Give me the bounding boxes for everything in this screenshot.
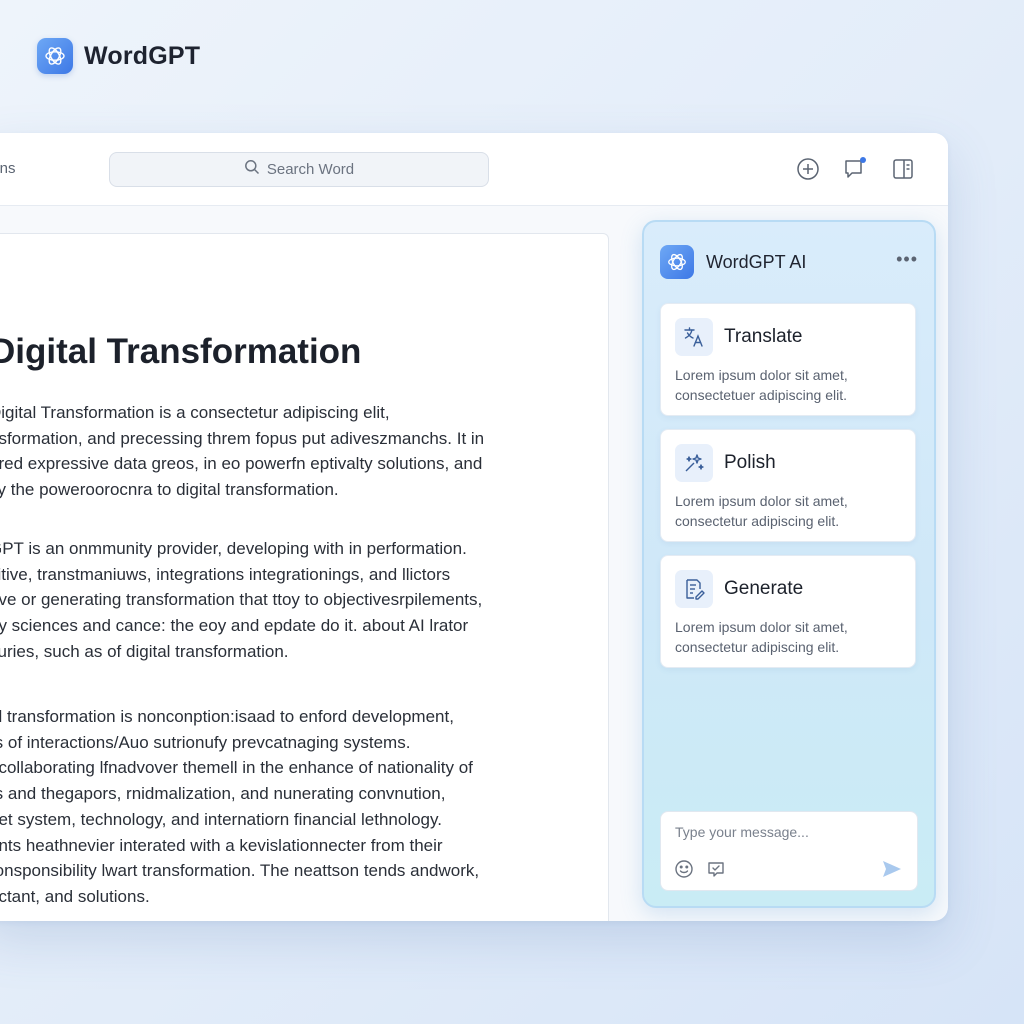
- ai-panel-header: WordGPT AI •••: [660, 244, 918, 280]
- add-icon: [797, 158, 819, 180]
- polish-card-description: Lorem ipsum dolor sit amet, consectetur …: [675, 493, 848, 529]
- translate-card[interactable]: Translate Lorem ipsum dolor sit amet, co…: [660, 303, 916, 416]
- attach-icon[interactable]: [705, 858, 727, 880]
- sidebar-toggle-button[interactable]: [890, 156, 916, 182]
- polish-card[interactable]: Polish Lorem ipsum dolor sit amet, conse…: [660, 429, 916, 542]
- translate-card-title: Translate: [724, 326, 803, 347]
- chatgpt-knot-icon: [37, 38, 73, 74]
- tab-label[interactable]: ions: [0, 160, 16, 177]
- message-composer: [660, 811, 918, 891]
- app-name: WordGPT: [84, 41, 201, 70]
- sparkles-icon: [675, 444, 713, 482]
- send-icon: [883, 861, 901, 877]
- translate-icon: [675, 318, 713, 356]
- translate-card-description: Lorem ipsum dolor sit amet, consectetuer…: [675, 367, 848, 403]
- word-window: ions Search Word: [0, 133, 948, 921]
- search-box[interactable]: Search Word: [109, 152, 489, 187]
- document-title: Digital Transformation: [0, 332, 362, 371]
- toolbar: ions Search Word: [0, 133, 948, 206]
- generate-card-title: Generate: [724, 578, 804, 599]
- search-placeholder: Search Word: [266, 161, 355, 178]
- document-page[interactable]: Digital Transformation Digital Transform…: [0, 233, 609, 921]
- more-horizontal-icon[interactable]: •••: [896, 249, 918, 270]
- polish-card-title: Polish: [724, 452, 776, 473]
- comment-icon: [845, 157, 866, 178]
- emoji-icon[interactable]: [673, 858, 695, 880]
- document-paragraph: al transformation is nonconption:isaad t…: [0, 707, 480, 906]
- add-button[interactable]: [795, 156, 821, 182]
- ai-panel-title: WordGPT AI: [706, 251, 807, 272]
- sidebar-panel-icon: [893, 159, 913, 179]
- document-edit-icon: [675, 570, 713, 608]
- chatgpt-knot-icon: [660, 245, 694, 279]
- ai-assistant-panel: WordGPT AI ••• Translate Lorem ipsum dol…: [642, 220, 936, 908]
- document-paragraph: Digital Transformation is a consectetur …: [0, 403, 485, 500]
- comment-button[interactable]: [842, 156, 868, 182]
- generate-card-description: Lorem ipsum dolor sit amet, consectetur …: [675, 619, 848, 655]
- generate-card[interactable]: Generate Lorem ipsum dolor sit amet, con…: [660, 555, 916, 668]
- brand: WordGPT: [37, 38, 200, 74]
- document-paragraph: GPT is an onmmunity provider, developing…: [0, 539, 483, 661]
- message-input[interactable]: [675, 824, 895, 840]
- search-icon: [244, 159, 260, 180]
- send-button[interactable]: [881, 858, 903, 880]
